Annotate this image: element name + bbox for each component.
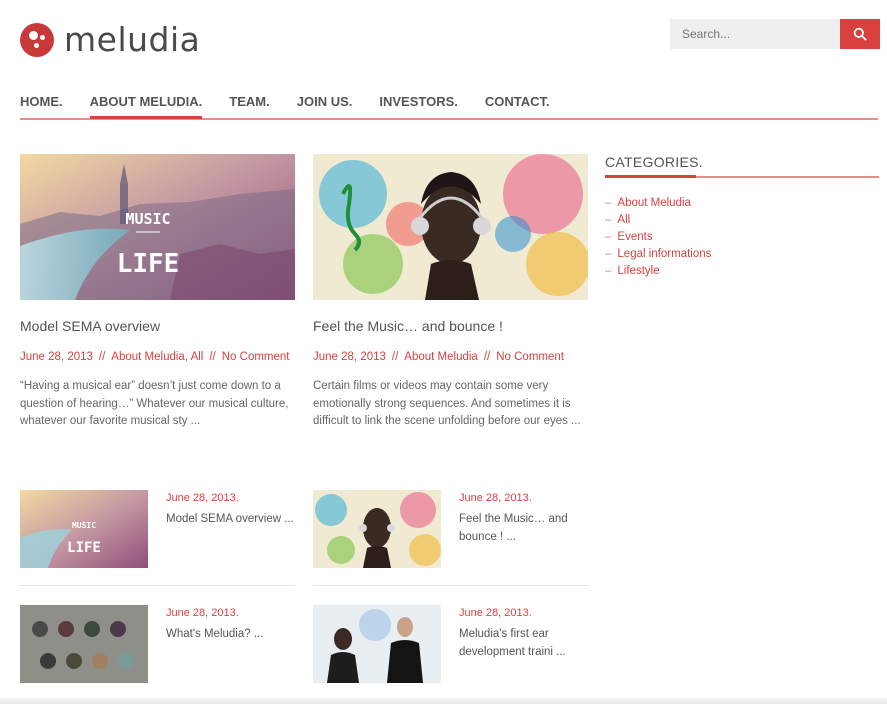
list-item: June 28, 2013. What's Meludia? ... [20, 605, 295, 701]
post-date[interactable]: June 28, 2013 [313, 351, 386, 363]
post-thumbnail[interactable] [313, 605, 441, 683]
frame-edge [0, 698, 887, 704]
post-date[interactable]: June 28, 2013. [166, 492, 239, 504]
post-title[interactable]: Feel the Music… and bounce ! [313, 317, 588, 335]
category-item[interactable]: – About Meludia [605, 195, 879, 212]
svg-text:LIFE: LIFE [67, 540, 101, 556]
post-thumbnail[interactable] [313, 490, 441, 568]
nav-contact[interactable]: CONTACT. [485, 92, 550, 118]
category-list: – About Meludia – All – Events – Legal infor… [605, 195, 879, 280]
search-button[interactable] [840, 19, 880, 49]
image-title-bottom: LIFE [117, 249, 180, 279]
post-meta: June 28, 2013//About Meludia, All//No Co… [20, 351, 290, 363]
category-item[interactable]: – All [605, 212, 879, 229]
post-date[interactable]: June 28, 2013. [166, 607, 239, 619]
post-thumbnail[interactable]: MUSIC LIFE [20, 154, 295, 300]
music-image [313, 154, 588, 300]
post-title[interactable]: What's Meludia? ... [166, 625, 296, 643]
featured-post: MUSIC LIFE Model SEMA overview June 28, … [20, 154, 295, 431]
svg-text:MUSIC: MUSIC [72, 521, 96, 530]
image-title-top: MUSIC [125, 210, 170, 228]
post-title[interactable]: Model SEMA overview [20, 317, 295, 335]
nav-team[interactable]: TEAM. [229, 92, 269, 118]
search-icon [853, 27, 867, 41]
main-nav: HOME. ABOUT MELUDIA. TEAM. JOIN US. INVE… [20, 92, 878, 120]
post-excerpt: “Having a musical ear” doesn’t just come… [20, 380, 289, 427]
sidebar-title: CATEGORIES. [605, 154, 879, 178]
list-item: MUSIC LIFE June 28, 2013. Model SEMA ove… [20, 490, 295, 586]
post-thumbnail[interactable]: MUSIC LIFE [20, 490, 148, 568]
logo-text: meludia [64, 20, 201, 59]
post-comments[interactable]: No Comment [222, 351, 290, 363]
site-logo[interactable]: meludia [20, 22, 200, 58]
post-category[interactable]: About Meludia, All [111, 351, 203, 363]
nav-join-us[interactable]: JOIN US. [297, 92, 353, 118]
list-item: June 28, 2013. Meludia's first ear devel… [313, 605, 588, 701]
category-item[interactable]: – Events [605, 229, 879, 246]
post-excerpt: Certain films or videos may contain some… [313, 380, 581, 427]
post-title[interactable]: Model SEMA overview ... [166, 510, 296, 528]
post-date[interactable]: June 28, 2013. [459, 492, 532, 504]
post-title[interactable]: Feel the Music… and bounce ! ... [459, 510, 589, 546]
city-image: MUSIC LIFE [20, 154, 295, 300]
nav-home[interactable]: HOME. [20, 92, 63, 118]
post-title[interactable]: Meludia's first ear development traini .… [459, 625, 589, 661]
post-comments[interactable]: No Comment [496, 351, 564, 363]
nav-about-meludia[interactable]: ABOUT MELUDIA. [89, 92, 202, 119]
category-item[interactable]: – Lifestyle [605, 263, 879, 280]
search-input[interactable] [670, 19, 840, 49]
post-thumbnail[interactable] [20, 605, 148, 683]
sidebar: CATEGORIES. – About Meludia – All – Events … [605, 154, 879, 280]
post-thumbnail[interactable] [313, 154, 588, 300]
search-form [670, 19, 880, 49]
category-item[interactable]: – Legal informations [605, 246, 879, 263]
nav-investors[interactable]: INVESTORS. [379, 92, 458, 118]
featured-post: Feel the Music… and bounce ! June 28, 20… [313, 154, 588, 431]
post-date[interactable]: June 28, 2013. [459, 607, 532, 619]
list-item: June 28, 2013. Feel the Music… and bounc… [313, 490, 588, 586]
post-meta: June 28, 2013//About Meludia//No Comment [313, 351, 564, 363]
site-header: meludia [0, 0, 887, 85]
logo-icon [20, 23, 54, 57]
post-date[interactable]: June 28, 2013 [20, 351, 93, 363]
post-category[interactable]: About Meludia [404, 351, 478, 363]
